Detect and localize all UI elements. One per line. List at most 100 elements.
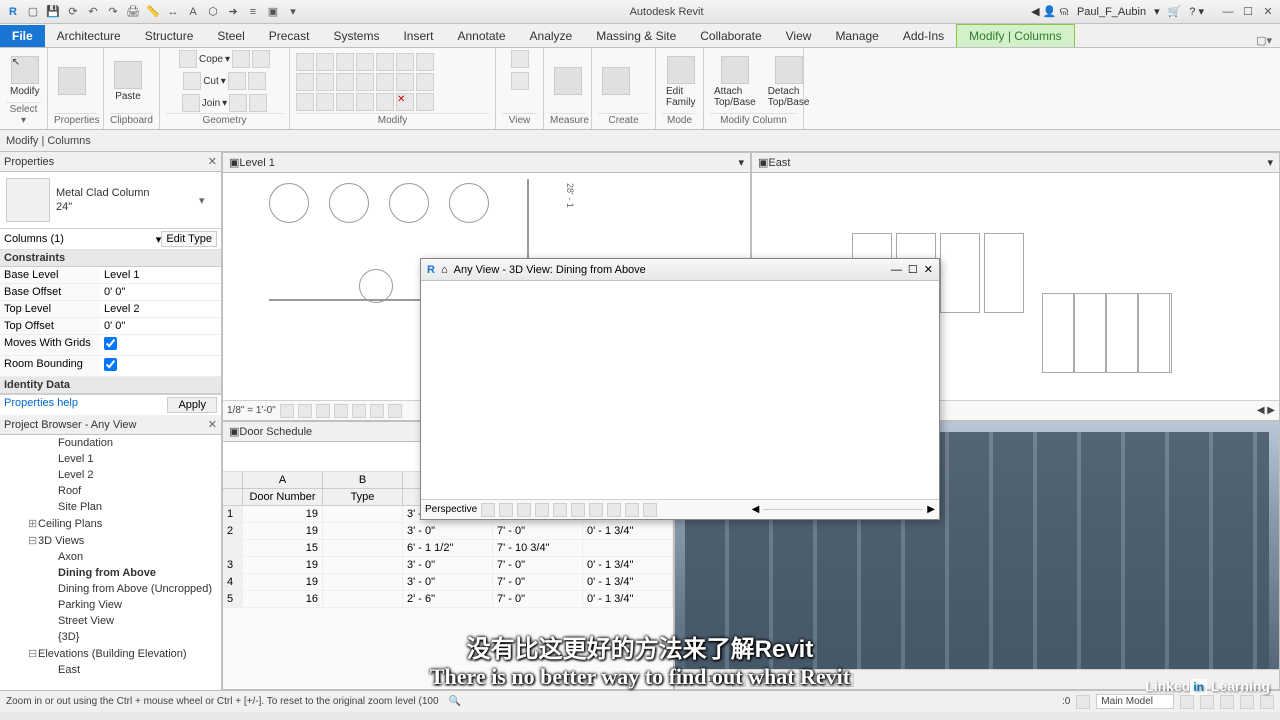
- tab-massing[interactable]: Massing & Site: [584, 25, 688, 47]
- create-button[interactable]: [598, 65, 634, 99]
- print-icon[interactable]: 🖨: [124, 3, 142, 21]
- tree-expand-icon[interactable]: ⊞: [28, 517, 38, 530]
- property-value[interactable]: Level 2: [100, 301, 221, 317]
- tab-manage[interactable]: Manage: [823, 25, 890, 47]
- tree-group[interactable]: ⊟Elevations (Building Elevation): [0, 645, 221, 662]
- schedule-row[interactable]: 3193' - 0"7' - 0"0' - 1 3/4": [223, 557, 673, 574]
- browser-close-icon[interactable]: ✕: [208, 418, 217, 431]
- tab-steel[interactable]: Steel: [205, 25, 256, 47]
- minimize-icon[interactable]: —: [1220, 4, 1236, 20]
- visual-style-icon[interactable]: [298, 404, 312, 418]
- join-button[interactable]: Join ▾: [182, 94, 267, 112]
- floating-3d-window[interactable]: R ⌂ Any View - 3D View: Dining from Abov…: [420, 258, 940, 520]
- paste-button[interactable]: Paste: [110, 59, 146, 104]
- schedule-row[interactable]: 2193' - 0"7' - 0"0' - 1 3/4": [223, 523, 673, 540]
- type-dropdown-icon[interactable]: ▾: [199, 194, 215, 207]
- selection-count-icon[interactable]: :0: [1062, 696, 1070, 707]
- user-dropdown-icon[interactable]: ▾: [1154, 5, 1160, 18]
- tab-annotate[interactable]: Annotate: [445, 25, 517, 47]
- copy-icon[interactable]: [316, 53, 334, 71]
- attach-button[interactable]: Attach Top/Base: [710, 54, 760, 110]
- floating-title-bar[interactable]: R ⌂ Any View - 3D View: Dining from Abov…: [421, 259, 939, 281]
- tree-group[interactable]: ⊟3D Views: [0, 532, 221, 549]
- tree-item[interactable]: Street View: [0, 613, 221, 629]
- schedule-row[interactable]: 4193' - 0"7' - 0"0' - 1 3/4": [223, 574, 673, 591]
- cope-button[interactable]: Cope ▾: [179, 50, 270, 68]
- array-icon[interactable]: [396, 53, 414, 71]
- tab-structure[interactable]: Structure: [133, 25, 206, 47]
- measure-button[interactable]: [550, 65, 586, 99]
- tree-item[interactable]: Foundation: [0, 435, 221, 451]
- properties-close-icon[interactable]: ✕: [208, 155, 217, 168]
- detail-level-icon[interactable]: [280, 404, 294, 418]
- section-icon[interactable]: ➜: [224, 3, 242, 21]
- exchange-icon[interactable]: 🛒: [1168, 5, 1182, 18]
- close-views-icon[interactable]: ▣: [264, 3, 282, 21]
- tree-expand-icon[interactable]: ⊟: [28, 647, 38, 660]
- tree-expand-icon[interactable]: ⊟: [28, 534, 38, 547]
- tree-item[interactable]: {3D}: [0, 629, 221, 645]
- text-icon[interactable]: A: [184, 3, 202, 21]
- measure-icon[interactable]: 📏: [144, 3, 162, 21]
- tree-item[interactable]: Dining from Above: [0, 565, 221, 581]
- help-icon[interactable]: ? ▾: [1189, 5, 1204, 18]
- tab-view[interactable]: View: [774, 25, 824, 47]
- cut-button[interactable]: Cut ▾: [183, 72, 266, 90]
- tree-item[interactable]: Site Plan: [0, 499, 221, 515]
- shadows-icon[interactable]: [334, 404, 348, 418]
- view-tool-icon[interactable]: [511, 50, 529, 68]
- save-icon[interactable]: 💾: [44, 3, 62, 21]
- ribbon-collapse-icon[interactable]: ▢▾: [1248, 34, 1280, 47]
- tab-architecture[interactable]: Architecture: [45, 25, 133, 47]
- property-checkbox[interactable]: [104, 337, 117, 350]
- redo-icon[interactable]: ↷: [104, 3, 122, 21]
- view-tab-level1[interactable]: ▣ Level 1▾: [223, 153, 750, 173]
- split-icon[interactable]: [376, 53, 394, 71]
- view-tab-east[interactable]: ▣ East▾: [752, 153, 1279, 173]
- filter-icon[interactable]: [1076, 695, 1090, 709]
- properties-help-link[interactable]: Properties help: [4, 397, 78, 413]
- properties-button[interactable]: [54, 65, 90, 99]
- filter-combo[interactable]: Columns (1): [4, 233, 156, 245]
- thin-lines-icon[interactable]: ≡: [244, 3, 262, 21]
- tab-collaborate[interactable]: Collaborate: [688, 25, 773, 47]
- tab-addins[interactable]: Add-Ins: [891, 25, 956, 47]
- scale-icon[interactable]: [416, 53, 434, 71]
- identity-group[interactable]: Identity Data: [0, 377, 221, 394]
- close-icon[interactable]: ✕: [1260, 4, 1276, 20]
- 3d-icon[interactable]: ⬡: [204, 3, 222, 21]
- property-value[interactable]: [100, 356, 221, 376]
- switch-windows-icon[interactable]: ▾: [284, 3, 302, 21]
- info-icon[interactable]: ◀ 👤 ଲ: [1031, 5, 1069, 19]
- tree-item[interactable]: Level 1: [0, 451, 221, 467]
- tab-systems[interactable]: Systems: [321, 25, 391, 47]
- tree-item[interactable]: Parking View: [0, 597, 221, 613]
- tree-item[interactable]: Roof: [0, 483, 221, 499]
- edit-family-button[interactable]: Edit Family: [662, 54, 699, 110]
- status-icon[interactable]: 🔍: [449, 696, 461, 707]
- trim-icon[interactable]: [356, 53, 374, 71]
- tree-item[interactable]: Dining from Above (Uncropped): [0, 581, 221, 597]
- apply-button[interactable]: Apply: [167, 397, 217, 413]
- property-value[interactable]: 0' 0": [100, 318, 221, 334]
- schedule-row[interactable]: 156' - 1 1/2"7' - 10 3/4": [223, 540, 673, 557]
- sync-icon[interactable]: ⟳: [64, 3, 82, 21]
- property-value[interactable]: [100, 335, 221, 355]
- rotate-icon[interactable]: [336, 53, 354, 71]
- tab-precast[interactable]: Precast: [257, 25, 322, 47]
- scale-label[interactable]: 1/8" = 1'-0": [227, 405, 276, 416]
- maximize-icon[interactable]: ☐: [1240, 4, 1256, 20]
- workset-combo[interactable]: Main Model: [1096, 694, 1174, 709]
- tab-insert[interactable]: Insert: [391, 25, 445, 47]
- float-max-icon[interactable]: ☐: [908, 263, 918, 276]
- open-icon[interactable]: ▢: [24, 3, 42, 21]
- modify-button[interactable]: ↖Modify: [6, 54, 43, 99]
- tree-item[interactable]: Level 2: [0, 467, 221, 483]
- floating-canvas[interactable]: [421, 281, 939, 499]
- edit-type-button[interactable]: Edit Type: [161, 231, 217, 247]
- tab-analyze[interactable]: Analyze: [518, 25, 585, 47]
- schedule-row[interactable]: 5162' - 6"7' - 0"0' - 1 3/4": [223, 591, 673, 608]
- tree-item[interactable]: East: [0, 662, 221, 678]
- property-value[interactable]: Level 1: [100, 267, 221, 283]
- revit-logo-icon[interactable]: R: [4, 3, 22, 21]
